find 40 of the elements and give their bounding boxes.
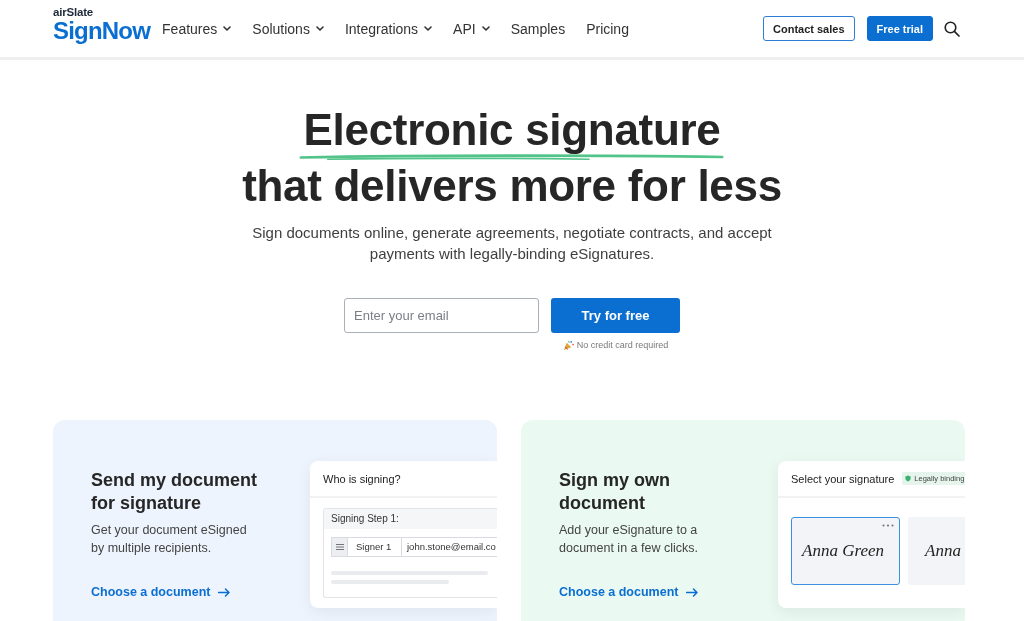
header-button[interactable]: Free trial [866, 16, 933, 41]
card-description: Get your document eSigned by multiple recipients. [91, 522, 248, 557]
brush-underline-icon [299, 154, 725, 161]
chevron-down-icon [424, 26, 433, 31]
panel-title: Who is signing? [323, 472, 401, 485]
chevron-down-icon [223, 26, 232, 31]
logo-link[interactable]: airSlate SignNow [53, 4, 151, 45]
signer-email: john.stone@email.co [405, 540, 497, 554]
nav-link[interactable]: Samples [510, 20, 566, 37]
chevron-down-icon [315, 26, 324, 31]
menu-icon [335, 544, 344, 550]
headline-text: that delivers more for less [241, 161, 783, 210]
panel-title: Select your signature [791, 472, 895, 485]
choose-document-link[interactable]: Choose a document [91, 584, 231, 600]
more-icon [882, 524, 894, 527]
nav-link[interactable]: Features [162, 20, 232, 37]
party-popper-icon [562, 339, 574, 351]
nav-link[interactable]: Integrations [344, 20, 433, 37]
headline-text: Electronic signature [303, 105, 721, 154]
nav-link[interactable]: Pricing [586, 20, 629, 37]
card-description: Add your eSignature to a document in a few clicks. [559, 522, 699, 557]
no-credit-card-note: No credit card required [576, 339, 669, 351]
hero-subtitle: Sign documents online, generate agreements, negotiate contracts, and accept payments with legally-binding eSignatures. [251, 223, 773, 264]
step-label: Signing Step 1: [324, 509, 497, 529]
signer-name: Signer 1 [348, 538, 402, 556]
try-for-free-button[interactable]: Try for free [551, 298, 680, 333]
nav-link[interactable]: API [453, 20, 490, 37]
arrow-right-icon [686, 587, 699, 597]
email-input[interactable]: Enter your email [344, 298, 539, 333]
search-icon[interactable] [944, 20, 960, 37]
signature-text: Anna Green [802, 541, 884, 561]
choose-document-link[interactable]: Choose a document [559, 584, 699, 600]
shield-icon [905, 475, 912, 482]
card-title: Send my document for signature [91, 469, 259, 515]
signature-text: Anna [925, 541, 961, 561]
header-button[interactable]: Contact sales [763, 16, 855, 41]
chevron-down-icon [481, 26, 490, 31]
card-title: Sign my own document [559, 469, 671, 515]
nav-link[interactable]: Solutions [252, 20, 324, 37]
arrow-right-icon [218, 587, 231, 597]
